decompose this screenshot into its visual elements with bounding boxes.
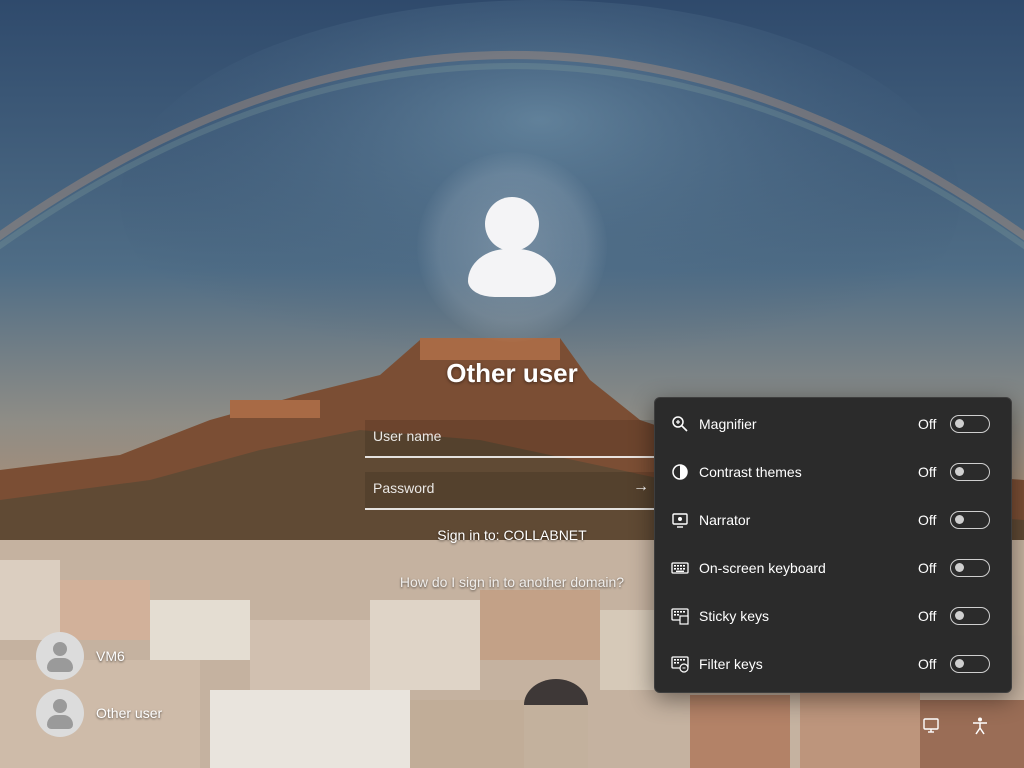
accessibility-item-contrast-themes[interactable]: Contrast themes Off [655, 448, 1011, 496]
accessibility-item-state: Off [918, 608, 937, 624]
accessibility-item-state: Off [918, 512, 937, 528]
username-field[interactable] [365, 420, 657, 458]
user-title: Other user [446, 358, 578, 388]
user-avatar-icon [36, 689, 84, 737]
accessibility-item-label: Narrator [699, 512, 751, 528]
accessibility-item-label: Magnifier [699, 416, 757, 432]
accessibility-item-label: Filter keys [699, 656, 763, 672]
accessibility-item-state: Off [918, 656, 937, 672]
sticky-keys-toggle[interactable] [950, 607, 990, 625]
accessibility-item-sticky-keys[interactable]: Sticky keys Off [655, 592, 1011, 640]
user-avatar-head [485, 197, 539, 251]
filter-keys-icon [671, 656, 689, 673]
accessibility-item-state: Off [918, 560, 937, 576]
user-entry-label: Other user [96, 705, 163, 721]
username-input[interactable] [365, 420, 641, 452]
user-entry-other-user[interactable]: Other user [36, 689, 162, 737]
accessibility-item-filter-keys[interactable]: Filter keys Off [655, 640, 1011, 688]
accessibility-item-magnifier[interactable]: Magnifier Off [655, 400, 1011, 448]
password-input[interactable] [365, 472, 641, 504]
accessibility-item-narrator[interactable]: Narrator Off [655, 496, 1011, 544]
narrator-toggle[interactable] [950, 511, 990, 529]
accessibility-icon[interactable] [970, 716, 990, 736]
accessibility-item-state: Off [918, 416, 937, 432]
magnifier-icon [672, 416, 688, 432]
network-icon[interactable] [922, 716, 942, 736]
user-entry-label: VM6 [96, 648, 125, 664]
magnifier-toggle[interactable] [950, 415, 990, 433]
user-avatar-body [468, 249, 556, 297]
on-screen-keyboard-toggle[interactable] [950, 559, 990, 577]
accessibility-item-state: Off [918, 464, 937, 480]
user-entry-vm6[interactable]: VM6 [36, 632, 125, 680]
submit-arrow-button[interactable]: → [631, 478, 651, 498]
contrast-themes-toggle[interactable] [950, 463, 990, 481]
contrast-icon [672, 464, 688, 480]
accessibility-item-label: Sticky keys [699, 608, 770, 624]
accessibility-item-label: Contrast themes [699, 464, 802, 480]
keyboard-icon [671, 562, 689, 574]
password-field[interactable]: → [365, 472, 657, 510]
filter-keys-toggle[interactable] [950, 655, 990, 673]
user-avatar-icon [36, 632, 84, 680]
sticky-keys-icon [671, 608, 689, 625]
accessibility-item-label: On-screen keyboard [699, 560, 826, 576]
narrator-icon [672, 513, 688, 528]
accessibility-item-on-screen-keyboard[interactable]: On-screen keyboard Off [655, 544, 1011, 592]
accessibility-flyout: Magnifier Off Contrast themes Off Narrat… [654, 397, 1012, 693]
